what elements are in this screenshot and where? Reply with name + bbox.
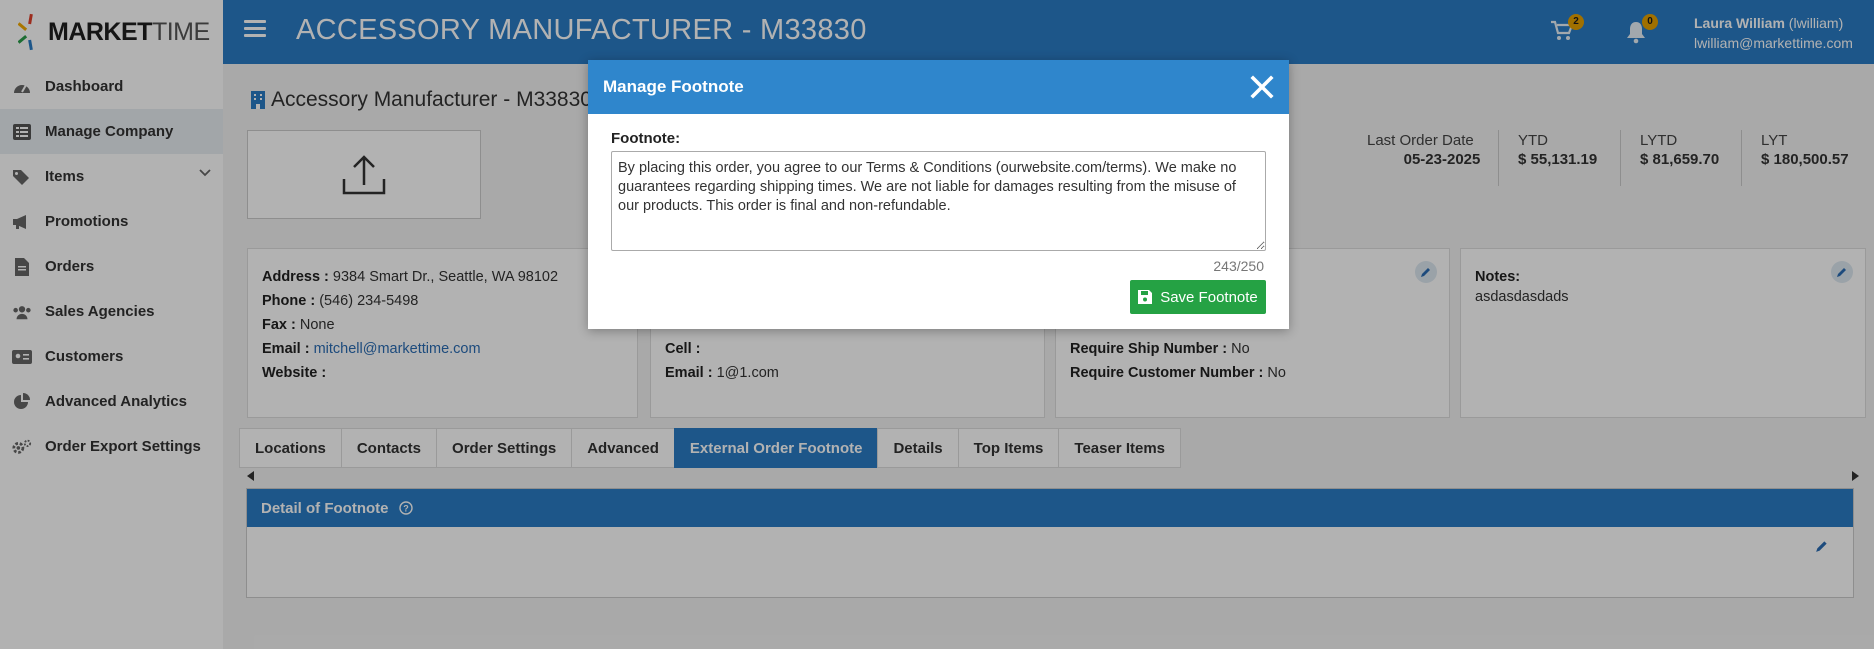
modal-title: Manage Footnote bbox=[603, 77, 744, 96]
close-icon[interactable] bbox=[1249, 74, 1275, 100]
footnote-label: Footnote: bbox=[611, 130, 681, 147]
save-footnote-button[interactable]: Save Footnote bbox=[1130, 280, 1266, 314]
character-counter: 243/250 bbox=[1213, 258, 1264, 274]
footnote-textarea[interactable]: By placing this order, you agree to our … bbox=[611, 151, 1266, 251]
modal-header: Manage Footnote bbox=[588, 60, 1289, 114]
manage-footnote-modal: Manage Footnote Footnote: By placing thi… bbox=[588, 60, 1289, 329]
save-icon bbox=[1138, 290, 1153, 304]
modal-body: Footnote: By placing this order, you agr… bbox=[588, 114, 1289, 290]
